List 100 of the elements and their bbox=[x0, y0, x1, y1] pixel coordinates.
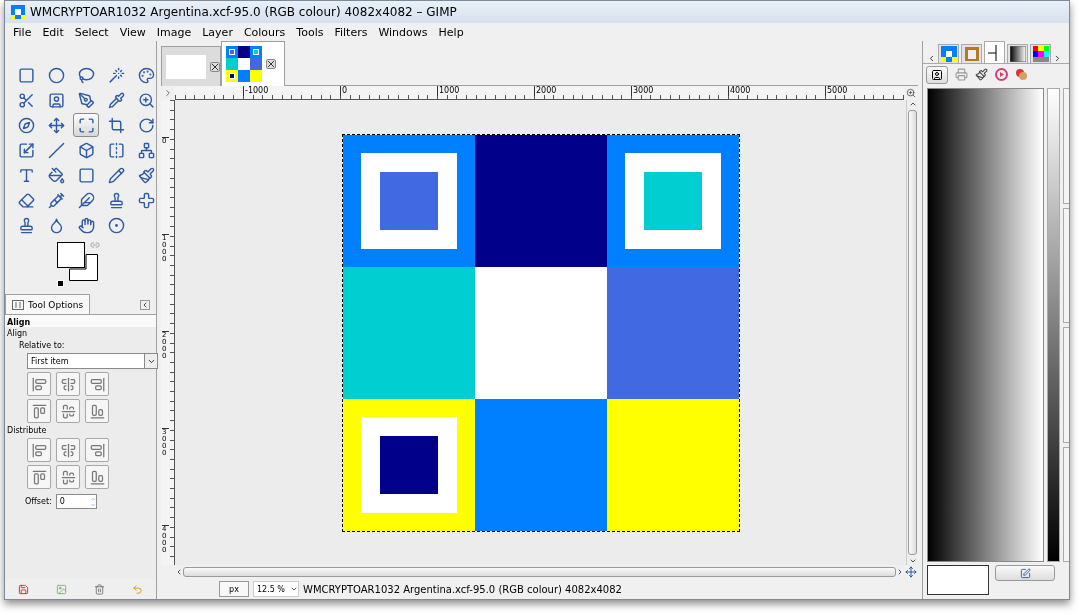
sliders-icon bbox=[12, 299, 24, 310]
align-bottom-icon bbox=[89, 469, 105, 485]
align-button[interactable] bbox=[85, 399, 109, 423]
menu-item[interactable]: File bbox=[13, 25, 32, 39]
color-wheel-icon[interactable] bbox=[995, 68, 1008, 81]
trash-icon[interactable] bbox=[93, 583, 105, 595]
align-center-icon bbox=[60, 376, 76, 392]
image-thumbnail bbox=[226, 46, 262, 82]
menu-item[interactable]: Layer bbox=[202, 25, 233, 39]
collapse-icon[interactable] bbox=[140, 300, 150, 310]
bucket-icon bbox=[47, 166, 65, 184]
status-text: WMCRYPTOAR1032 Argentina.xcf-95.0 (RGB colour) 4082x4082 bbox=[303, 583, 622, 595]
canvas[interactable] bbox=[175, 100, 906, 565]
align-icon bbox=[77, 116, 95, 134]
lasso-icon bbox=[77, 66, 95, 84]
palette-grid-icon bbox=[1032, 46, 1049, 62]
align-left-icon bbox=[31, 376, 47, 392]
background-color-swatch[interactable] bbox=[69, 254, 98, 281]
zoom-icon[interactable] bbox=[906, 88, 916, 98]
align-button[interactable] bbox=[56, 465, 80, 489]
unit-dropdown[interactable]: px bbox=[219, 581, 249, 597]
offset-label: Offset: bbox=[25, 497, 52, 506]
pencil-icon bbox=[107, 166, 125, 184]
align-right-icon bbox=[89, 376, 105, 392]
section-label: Align bbox=[7, 329, 29, 338]
pen-icon bbox=[77, 91, 95, 109]
close-icon[interactable] bbox=[268, 61, 274, 67]
ruler-label: 2000 bbox=[534, 86, 557, 96]
align-button[interactable] bbox=[85, 372, 109, 396]
close-icon[interactable] bbox=[212, 63, 218, 70]
flip-icon bbox=[107, 141, 125, 159]
blank-thumbnail bbox=[166, 54, 206, 79]
ruler-label: 4000 bbox=[728, 86, 751, 96]
navigate-icon[interactable] bbox=[905, 566, 917, 578]
save-icon[interactable] bbox=[18, 583, 30, 595]
ruler-label: 1000 bbox=[437, 86, 460, 96]
paintbrush-icon[interactable] bbox=[975, 68, 988, 81]
align-button[interactable] bbox=[27, 399, 51, 423]
align-right-icon bbox=[89, 442, 105, 458]
rotate-icon bbox=[137, 116, 155, 134]
menu-item[interactable]: Colours bbox=[243, 25, 286, 39]
ellipse-icon bbox=[47, 66, 65, 84]
scissors-icon bbox=[17, 91, 35, 109]
edit-icon bbox=[1019, 567, 1031, 579]
align-button[interactable] bbox=[56, 372, 80, 396]
horizontal-scrollbar[interactable] bbox=[175, 566, 904, 578]
relative-dropdown[interactable]: First item bbox=[27, 353, 158, 369]
edit-button[interactable] bbox=[995, 565, 1055, 581]
menu-item[interactable]: Select bbox=[74, 25, 109, 39]
wand-icon bbox=[107, 66, 125, 84]
window-title: WMCRYPTOAR1032 Argentina.xcf-95.0 (RGB colour) 4082x4082 – GIMP bbox=[30, 5, 457, 19]
airbrush-icon bbox=[47, 191, 65, 209]
menu-item[interactable]: Tools bbox=[296, 25, 324, 39]
text-icon bbox=[17, 166, 35, 184]
image-thumbnail-icon bbox=[940, 46, 957, 62]
menu-item[interactable]: Help bbox=[438, 25, 464, 39]
align-top-icon bbox=[31, 403, 47, 419]
align-bottom-icon bbox=[89, 403, 105, 419]
align-button[interactable] bbox=[27, 465, 51, 489]
pipette-icon bbox=[107, 91, 125, 109]
perspective-icon bbox=[77, 141, 95, 159]
ruler-label: -1000 bbox=[243, 86, 269, 96]
align-button[interactable] bbox=[85, 465, 109, 489]
align-button[interactable] bbox=[27, 372, 51, 396]
options-title: Align bbox=[5, 315, 156, 327]
dock-button[interactable] bbox=[926, 65, 948, 84]
nodes-icon bbox=[137, 141, 155, 159]
foreground-color-swatch[interactable] bbox=[57, 242, 85, 268]
align-center-icon bbox=[60, 442, 76, 458]
color-swatch bbox=[927, 565, 989, 595]
menu-item[interactable]: Filters bbox=[334, 25, 368, 39]
crop-icon bbox=[107, 116, 125, 134]
align-button[interactable] bbox=[56, 399, 80, 423]
dodge-icon bbox=[107, 216, 125, 234]
align-button[interactable] bbox=[85, 438, 109, 462]
scale-icon bbox=[17, 141, 35, 159]
align-button[interactable] bbox=[27, 438, 51, 462]
dock-tab[interactable] bbox=[1030, 44, 1051, 63]
app-icon bbox=[11, 5, 25, 19]
stamp-icon bbox=[107, 191, 125, 209]
rectangle-icon bbox=[17, 66, 35, 84]
ruler-label: 5000 bbox=[825, 86, 848, 96]
image-tab[interactable] bbox=[221, 41, 285, 86]
default-colors-icon[interactable] bbox=[57, 280, 64, 287]
stamp-icon bbox=[17, 216, 35, 234]
paintbrush-icon bbox=[137, 166, 155, 184]
menu-item[interactable]: View bbox=[119, 25, 146, 39]
palette-icon bbox=[137, 66, 155, 84]
tab-label: Tool Options bbox=[28, 299, 84, 310]
align-middle-icon bbox=[60, 469, 76, 485]
menu-item[interactable]: Image bbox=[156, 25, 192, 39]
menu-item[interactable]: Edit bbox=[42, 25, 64, 39]
palette-icon[interactable] bbox=[1015, 68, 1028, 81]
tool-button[interactable] bbox=[73, 113, 99, 137]
align-button[interactable] bbox=[56, 438, 80, 462]
vertical-scrollbar[interactable] bbox=[906, 100, 918, 565]
bandage-icon bbox=[137, 191, 155, 209]
menu-item[interactable]: Windows bbox=[378, 25, 428, 39]
tool-options-tab[interactable]: Tool Options bbox=[5, 294, 91, 314]
zoom-dropdown[interactable]: 12.5 % bbox=[253, 581, 299, 597]
